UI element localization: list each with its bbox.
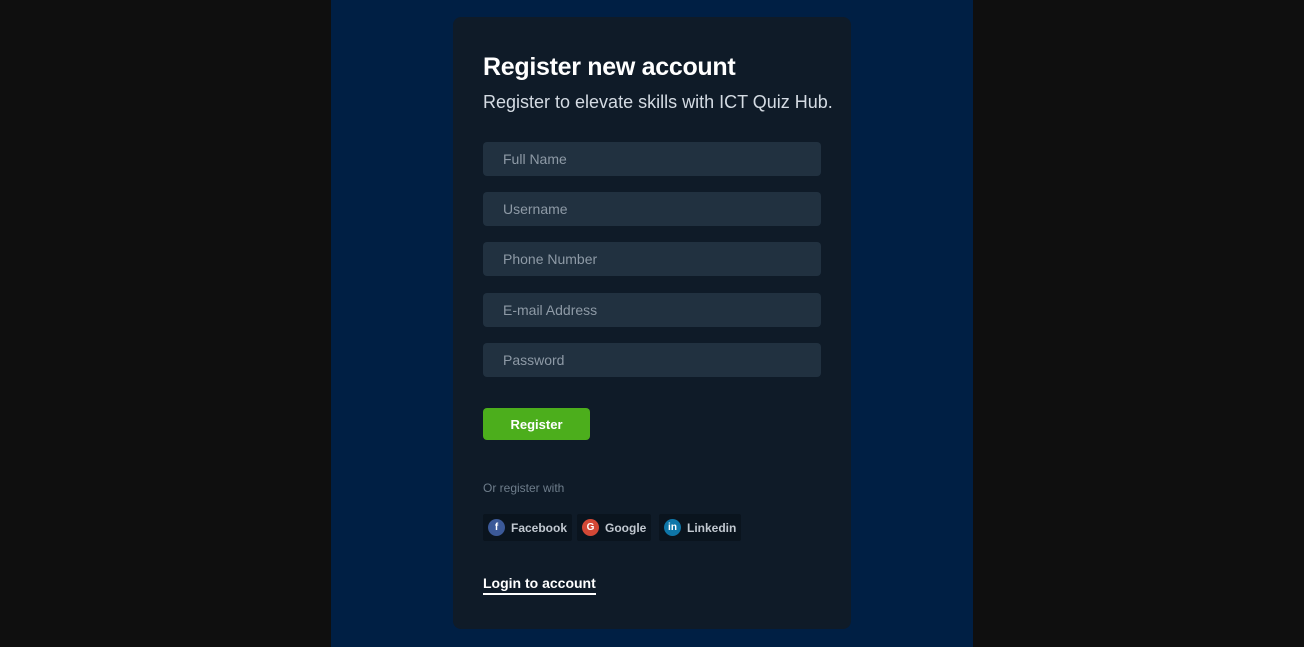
- or-register-with-label: Or register with: [483, 481, 565, 495]
- email-input[interactable]: [483, 293, 821, 327]
- linkedin-icon: in: [664, 519, 681, 536]
- register-button[interactable]: Register: [483, 408, 590, 440]
- google-label: Google: [605, 520, 647, 535]
- login-to-account-link[interactable]: Login to account: [483, 575, 596, 595]
- facebook-icon: f: [488, 519, 505, 536]
- password-input[interactable]: [483, 343, 821, 377]
- google-icon: G: [582, 519, 599, 536]
- facebook-label: Facebook: [511, 520, 568, 535]
- facebook-button[interactable]: f Facebook: [483, 514, 573, 541]
- register-card: Register new account Register to elevate…: [453, 17, 851, 629]
- username-input[interactable]: [483, 192, 821, 226]
- google-button[interactable]: G Google: [577, 514, 652, 541]
- page-background: Register new account Register to elevate…: [331, 0, 973, 647]
- page-title: Register new account: [483, 53, 736, 81]
- linkedin-button[interactable]: in Linkedin: [659, 514, 742, 541]
- phone-number-input[interactable]: [483, 242, 821, 276]
- linkedin-label: Linkedin: [687, 520, 737, 535]
- full-name-input[interactable]: [483, 142, 821, 176]
- page-subtitle: Register to elevate skills with ICT Quiz…: [483, 92, 833, 112]
